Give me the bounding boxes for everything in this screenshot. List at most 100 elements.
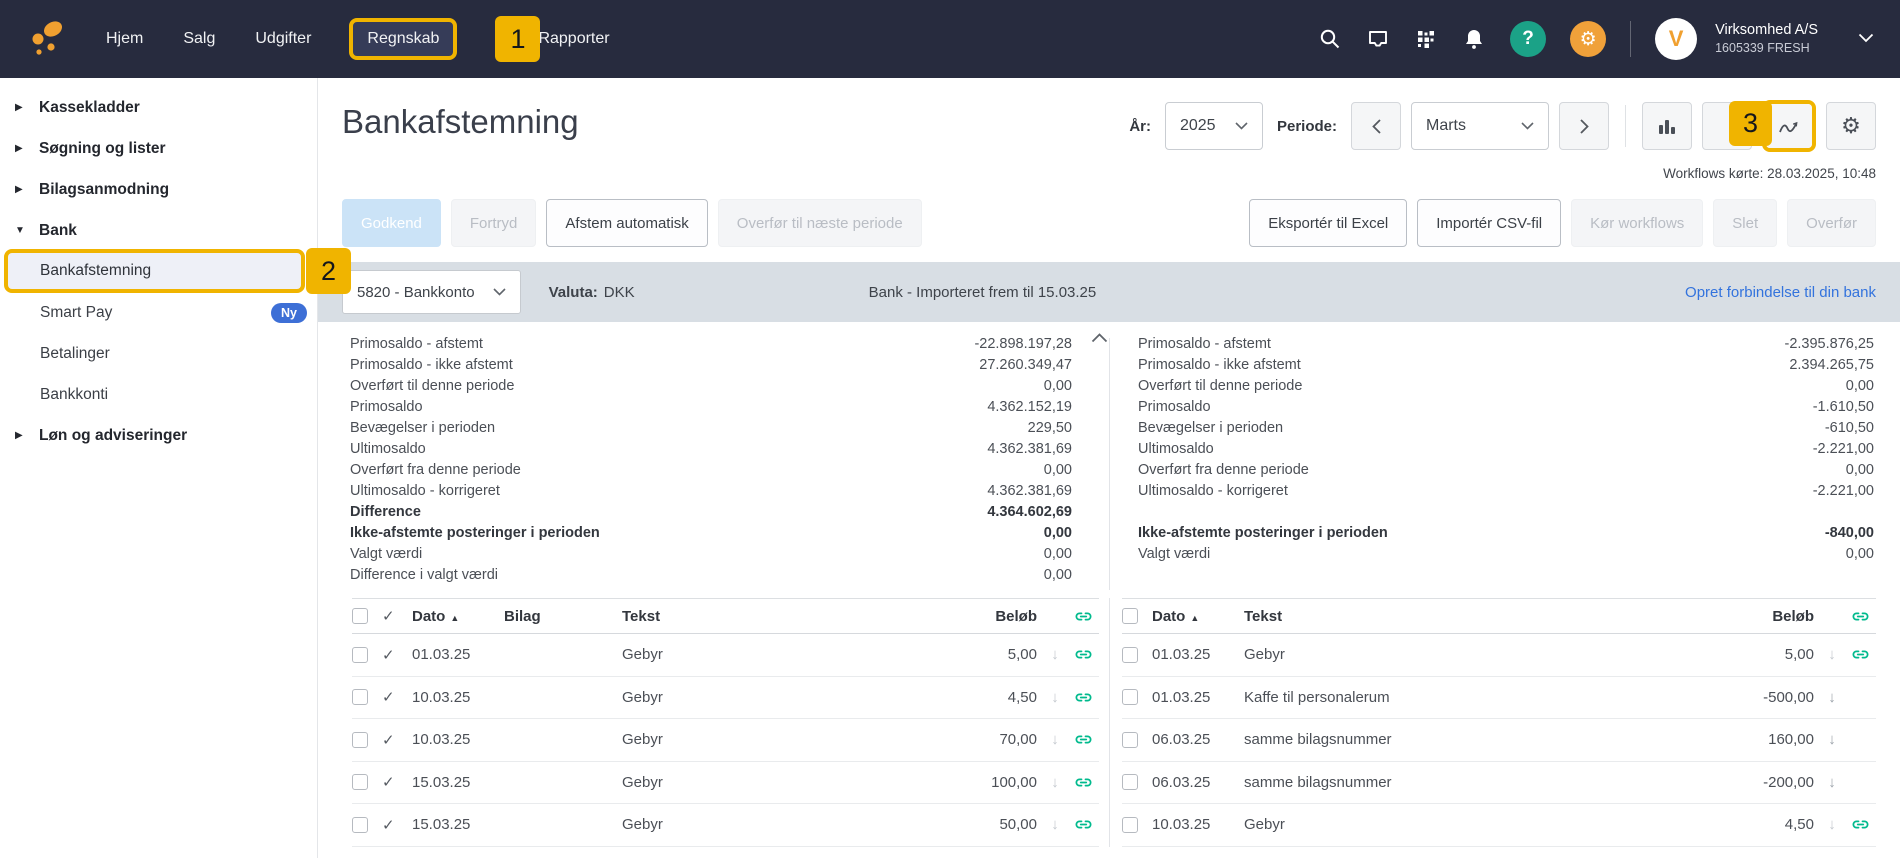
table-settings-button[interactable]: ⚙ bbox=[1826, 102, 1876, 150]
notifications-bell-icon[interactable] bbox=[1462, 27, 1486, 51]
overfor-button[interactable]: Overfør bbox=[1787, 199, 1876, 247]
summary-row: Primosaldo - afstemt -22.898.197,28 bbox=[350, 334, 1072, 355]
godkend-button[interactable]: Godkend bbox=[342, 199, 441, 247]
row-checkbox[interactable] bbox=[352, 731, 368, 748]
annotation-badge-1: 1 bbox=[495, 16, 541, 62]
date-column-header[interactable]: Dato ▲ bbox=[412, 608, 504, 625]
inbox-icon[interactable] bbox=[1366, 27, 1390, 51]
match-link-icon[interactable] bbox=[1067, 688, 1099, 707]
row-checkbox[interactable] bbox=[352, 689, 368, 706]
nav-item-hjem[interactable]: Hjem bbox=[104, 22, 145, 56]
match-link-icon[interactable] bbox=[1844, 607, 1876, 626]
nav-item-regnskab[interactable]: Regnskab bbox=[349, 18, 458, 60]
row-checkbox[interactable] bbox=[1122, 774, 1138, 791]
match-link-icon[interactable] bbox=[1844, 815, 1876, 834]
sidebar-item-betalinger[interactable]: Betalinger bbox=[0, 333, 317, 374]
topbar-right: ? ⚙ V Virksomhed A/S 1605339 FRESH bbox=[1318, 18, 1874, 60]
sidebar-group-label: Løn og adviseringer bbox=[39, 426, 188, 444]
period-controls: År: 2025 Periode: Marts 3 ⚙ bbox=[1125, 100, 1876, 152]
row-checkbox[interactable] bbox=[352, 646, 368, 663]
move-down-arrow-icon[interactable]: ↓ bbox=[1820, 689, 1844, 706]
entry-amount: 5,00 bbox=[1007, 646, 1037, 664]
sidebar-item-smart-pay[interactable]: Smart Pay Ny bbox=[0, 292, 317, 333]
company-info[interactable]: Virksomhed A/S 1605339 FRESH bbox=[1715, 21, 1818, 56]
text-column-header[interactable]: Tekst bbox=[622, 608, 923, 625]
search-icon[interactable] bbox=[1318, 27, 1342, 51]
move-down-arrow-icon[interactable]: ↓ bbox=[1820, 646, 1844, 663]
move-down-arrow-icon[interactable]: ↓ bbox=[1820, 816, 1844, 833]
help-button[interactable]: ? bbox=[1510, 21, 1547, 57]
amount-column-header[interactable]: Beløb bbox=[923, 608, 1043, 625]
select-all-checkbox[interactable] bbox=[1122, 608, 1138, 624]
summary-value: 4.362.381,69 bbox=[987, 441, 1072, 457]
next-period-button[interactable] bbox=[1559, 102, 1609, 150]
summary-row: Bevægelser i perioden 229,50 bbox=[350, 418, 1072, 439]
avatar[interactable]: V bbox=[1655, 18, 1698, 60]
summary-row: Difference i valgt værdi 0,00 bbox=[350, 565, 1072, 586]
sidebar-group-kassekladder[interactable]: ▶ Kassekladder bbox=[0, 87, 317, 128]
move-down-arrow-icon[interactable]: ↓ bbox=[1820, 731, 1844, 748]
text-column-header[interactable]: Tekst bbox=[1244, 608, 1680, 625]
bank-account-select[interactable]: 5820 - Bankkonto bbox=[342, 270, 521, 314]
match-link-icon[interactable] bbox=[1067, 730, 1099, 749]
row-checkbox[interactable] bbox=[352, 816, 368, 833]
apps-grid-icon[interactable] bbox=[1414, 27, 1438, 51]
move-down-arrow-icon[interactable]: ↓ bbox=[1043, 689, 1067, 706]
nav-item-salg[interactable]: Salg bbox=[181, 22, 217, 56]
import-r-csv-fil-button[interactable]: Importér CSV-fil bbox=[1417, 199, 1562, 247]
app-logo-icon[interactable] bbox=[26, 17, 70, 61]
row-checkbox[interactable] bbox=[1122, 816, 1138, 833]
afstem-automatisk-button[interactable]: Afstem automatisk bbox=[546, 199, 708, 247]
period-select[interactable]: Marts bbox=[1411, 102, 1549, 150]
nav-item-rapporter[interactable]: Rapporter bbox=[536, 22, 611, 56]
summary-divider bbox=[1109, 338, 1110, 590]
eksport-r-til-excel-button[interactable]: Eksportér til Excel bbox=[1249, 199, 1408, 247]
match-link-icon[interactable] bbox=[1067, 815, 1099, 834]
sidebar-item-bankkonti[interactable]: Bankkonti bbox=[0, 374, 317, 415]
bank-import-status: Bank - Importeret frem til 15.03.25 bbox=[868, 283, 1097, 301]
summary-value: 0,00 bbox=[1845, 378, 1874, 394]
summary-row: Bevægelser i perioden -610,50 bbox=[1138, 418, 1874, 439]
ledger-entry-row: ✓ 01.03.25 Gebyr 5,00 ↓ bbox=[352, 634, 1099, 677]
match-link-icon[interactable] bbox=[1067, 773, 1099, 792]
row-checkbox[interactable] bbox=[352, 774, 368, 791]
summary-value: 27.260.349,47 bbox=[979, 357, 1072, 373]
move-down-arrow-icon[interactable]: ↓ bbox=[1043, 731, 1067, 748]
match-link-icon[interactable] bbox=[1067, 607, 1099, 626]
date-column-header[interactable]: Dato ▲ bbox=[1152, 608, 1244, 625]
sidebar-group-bilagsanmodning[interactable]: ▶ Bilagsanmodning bbox=[0, 169, 317, 210]
move-down-arrow-icon[interactable]: ↓ bbox=[1043, 646, 1067, 663]
overfor-til-naeste-periode-button[interactable]: Overfør til næste periode bbox=[717, 199, 922, 247]
slet-button[interactable]: Slet bbox=[1713, 199, 1778, 247]
amount-column-header[interactable]: Beløb bbox=[1680, 608, 1820, 625]
row-checkbox[interactable] bbox=[1122, 689, 1138, 706]
select-all-checkbox[interactable] bbox=[352, 608, 368, 624]
move-down-arrow-icon[interactable]: ↓ bbox=[1043, 774, 1067, 791]
match-link-icon[interactable] bbox=[1844, 645, 1876, 664]
entry-amount: 160,00 bbox=[1768, 731, 1814, 749]
sidebar-group-sogning-og-lister[interactable]: ▶ Søgning og lister bbox=[0, 128, 317, 169]
chart-button[interactable] bbox=[1642, 102, 1692, 150]
workflows-button[interactable] bbox=[1766, 104, 1812, 148]
match-link-icon[interactable] bbox=[1067, 645, 1099, 664]
collapse-summary-icon[interactable] bbox=[1091, 330, 1108, 348]
fortryd-button[interactable]: Fortryd bbox=[450, 199, 537, 247]
row-checkbox[interactable] bbox=[1122, 646, 1138, 663]
currency: Valuta: DKK bbox=[548, 283, 635, 301]
sidebar-group-bank[interactable]: ▼ Bank bbox=[0, 210, 317, 251]
previous-period-button[interactable] bbox=[1351, 102, 1401, 150]
year-select[interactable]: 2025 bbox=[1164, 102, 1263, 150]
move-down-arrow-icon[interactable]: ↓ bbox=[1043, 816, 1067, 833]
row-checkbox[interactable] bbox=[1122, 731, 1138, 748]
nav-item-udgifter[interactable]: Udgifter bbox=[253, 22, 313, 56]
connect-bank-link[interactable]: Opret forbindelse til din bank bbox=[1685, 284, 1876, 301]
settings-circle-button[interactable]: ⚙ bbox=[1570, 21, 1607, 57]
sidebar-item-bankafstemning[interactable]: Bankafstemning bbox=[8, 253, 301, 289]
voucher-column-header[interactable]: Bilag bbox=[504, 608, 622, 625]
sidebar-group-lon-og-adviseringer[interactable]: ▶ Løn og adviseringer bbox=[0, 415, 317, 456]
triangle-down-icon: ▼ bbox=[15, 225, 25, 236]
sort-ascending-icon: ▲ bbox=[1190, 612, 1200, 623]
move-down-arrow-icon[interactable]: ↓ bbox=[1820, 774, 1844, 791]
chevron-down-icon[interactable] bbox=[1858, 30, 1874, 48]
kor-workflows-button[interactable]: Kør workflows bbox=[1571, 199, 1704, 247]
